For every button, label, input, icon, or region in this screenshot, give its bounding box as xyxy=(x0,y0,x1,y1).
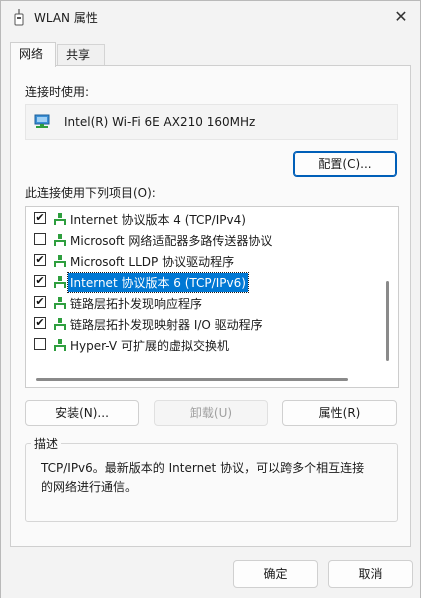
install-button[interactable]: 安装(N)... xyxy=(25,400,139,426)
list-item-label: Internet 协议版本 4 (TCP/IPv4) xyxy=(70,213,246,227)
horizontal-scrollbar[interactable] xyxy=(36,378,348,381)
network-protocol-icon xyxy=(54,276,66,288)
list-item-label: Microsoft 网络适配器多路传送器协议 xyxy=(70,234,273,248)
checkbox[interactable]: ✔ xyxy=(34,275,46,287)
network-protocol-icon xyxy=(54,297,66,309)
tab-network[interactable]: 网络 xyxy=(10,42,56,67)
list-item[interactable]: ✔ Internet 协议版本 4 (TCP/IPv4) xyxy=(26,208,381,229)
list-item-selected[interactable]: ✔ Internet 协议版本 6 (TCP/IPv6) xyxy=(26,271,381,293)
checkbox[interactable]: ✔ xyxy=(34,317,46,329)
list-item[interactable]: ✔ 链路层拓扑发现响应程序 xyxy=(26,292,381,313)
list-item-label: Internet 协议版本 6 (TCP/IPv6) xyxy=(67,272,249,293)
window-title: WLAN 属性 xyxy=(34,11,98,25)
close-button[interactable]: ✕ xyxy=(387,5,415,29)
list-item-label: 链路层拓扑发现映射器 I/O 驱动程序 xyxy=(70,318,263,332)
network-protocol-icon xyxy=(54,255,66,267)
wireless-adapter-icon xyxy=(14,9,24,26)
components-list[interactable]: ✔ Internet 协议版本 4 (TCP/IPv4) Microsoft 网… xyxy=(25,206,399,388)
checkbox[interactable] xyxy=(34,338,46,350)
uninstall-button[interactable]: 卸载(U) xyxy=(154,400,268,426)
properties-button[interactable]: 属性(R) xyxy=(282,400,397,426)
vertical-scrollbar[interactable] xyxy=(386,281,389,361)
description-text: TCP/IPv6。最新版本的 Internet 协议，可以跨多个相互连接的网络进… xyxy=(41,461,365,494)
configure-button[interactable]: 配置(C)... xyxy=(293,151,397,177)
list-item-label: Hyper-V 可扩展的虚拟交换机 xyxy=(70,339,229,353)
components-label: 此连接使用下列项目(O): xyxy=(25,186,156,200)
network-protocol-icon xyxy=(54,339,66,351)
network-protocol-icon xyxy=(54,234,66,246)
tab-sharing[interactable]: 共享 xyxy=(57,44,105,65)
ok-button[interactable]: 确定 xyxy=(233,560,318,588)
checkbox[interactable] xyxy=(34,233,46,245)
list-item[interactable]: Microsoft 网络适配器多路传送器协议 xyxy=(26,229,381,250)
adapter-display: Intel(R) Wi-Fi 6E AX210 160MHz xyxy=(25,104,398,140)
checkbox[interactable]: ✔ xyxy=(34,254,46,266)
checkbox[interactable]: ✔ xyxy=(34,212,46,224)
adapter-name: Intel(R) Wi-Fi 6E AX210 160MHz xyxy=(64,115,256,129)
description-legend: 描述 xyxy=(31,435,62,452)
checkbox[interactable]: ✔ xyxy=(34,296,46,308)
network-protocol-icon xyxy=(54,213,66,225)
list-item[interactable]: Hyper-V 可扩展的虚拟交换机 xyxy=(26,334,381,355)
list-item-label: Microsoft LLDP 协议驱动程序 xyxy=(70,255,235,269)
list-item[interactable]: ✔ 链路层拓扑发现映射器 I/O 驱动程序 xyxy=(26,313,381,334)
cancel-button[interactable]: 取消 xyxy=(328,560,413,588)
network-adapter-icon xyxy=(34,114,50,128)
properties-dialog: WLAN 属性 ✕ 网络 共享 连接时使用: Intel(R) Wi-Fi 6E… xyxy=(0,0,421,598)
network-protocol-icon xyxy=(54,318,66,330)
list-item[interactable]: ✔ Microsoft LLDP 协议驱动程序 xyxy=(26,250,381,271)
list-item-label: 链路层拓扑发现响应程序 xyxy=(70,297,203,311)
connect-using-label: 连接时使用: xyxy=(25,85,90,99)
title-bar[interactable]: WLAN 属性 ✕ xyxy=(1,1,420,33)
